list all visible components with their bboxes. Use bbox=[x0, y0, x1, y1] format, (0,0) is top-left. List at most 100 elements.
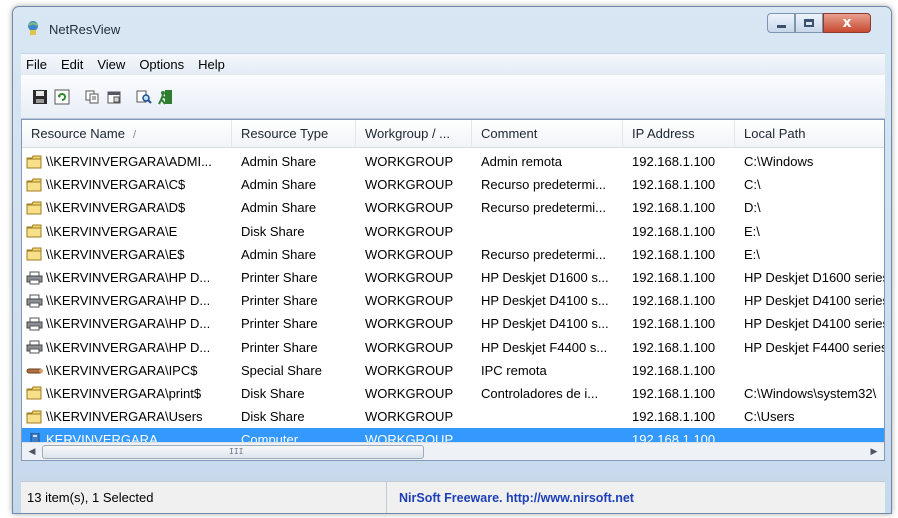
cell-workgroup: WORKGROUP bbox=[365, 177, 454, 193]
column-header-resource-type[interactable]: Resource Type bbox=[232, 120, 356, 148]
resource-name-text: \\KERVINVERGARA\E bbox=[46, 223, 178, 239]
maximize-button[interactable] bbox=[795, 13, 823, 33]
folder-share-icon bbox=[26, 224, 44, 238]
copy-icon[interactable] bbox=[83, 88, 101, 106]
cell-resource-name: \\KERVINVERGARA\HP D... bbox=[22, 340, 232, 355]
cell-ip-address: 192.168.1.100 bbox=[632, 409, 716, 425]
cell-comment: Recurso predetermi... bbox=[481, 246, 606, 262]
cell-comment: HP Deskjet D4100 s... bbox=[481, 293, 609, 309]
column-header-workgroup[interactable]: Workgroup / ... bbox=[356, 120, 472, 148]
cell-local-path: C:\Users bbox=[744, 409, 795, 425]
folder-share-icon bbox=[26, 386, 44, 400]
resource-list[interactable]: Resource Name / Resource Type Workgroup /… bbox=[21, 119, 885, 461]
cell-resource-type: Admin Share bbox=[241, 200, 317, 216]
cell-comment: Recurso predetermi... bbox=[481, 200, 606, 216]
cell-resource-type: Printer Share bbox=[241, 293, 318, 309]
cell-resource-name: \\KERVINVERGARA\IPC$ bbox=[22, 363, 232, 378]
menu-file[interactable]: File bbox=[21, 57, 54, 72]
resource-name-text: \\KERVINVERGARA\D$ bbox=[46, 200, 186, 216]
exit-icon[interactable] bbox=[157, 88, 175, 106]
table-row[interactable]: \\KERVINVERGARA\C$ Admin Share WORKGROUP Re… bbox=[22, 173, 884, 196]
cell-resource-type: Admin Share bbox=[241, 154, 317, 170]
cell-local-path: HP Deskjet D1600 series, bbox=[744, 270, 885, 286]
cell-resource-type: Admin Share bbox=[241, 246, 317, 262]
menu-edit[interactable]: Edit bbox=[54, 57, 90, 72]
cell-local-path: C:\Windows\system32\ bbox=[744, 385, 877, 401]
cell-comment: Controladores de i... bbox=[481, 385, 599, 401]
cell-ip-address: 192.168.1.100 bbox=[632, 339, 716, 355]
refresh-icon[interactable] bbox=[53, 88, 71, 106]
cell-comment: HP Deskjet F4400 s... bbox=[481, 339, 608, 355]
cell-resource-name: \\KERVINVERGARA\HP D... bbox=[22, 316, 232, 331]
table-row[interactable]: \\KERVINVERGARA\D$ Admin Share WORKGROUP Re… bbox=[22, 196, 884, 219]
cell-resource-name: \\KERVINVERGARA\print$ bbox=[22, 386, 232, 401]
nirsoft-link[interactable]: NirSoft Freeware. http://www.nirsoft.net bbox=[387, 491, 634, 505]
menu-view[interactable]: View bbox=[90, 57, 132, 72]
column-header-resource-name[interactable]: Resource Name / bbox=[22, 120, 232, 148]
horizontal-scrollbar[interactable]: ◀ III ▶ bbox=[22, 442, 884, 460]
folder-share-icon bbox=[26, 155, 44, 169]
cell-resource-type: Printer Share bbox=[241, 270, 318, 286]
pipe-share-icon bbox=[26, 363, 44, 377]
menu-bar: File Edit View Options Help bbox=[21, 53, 885, 75]
printer-share-icon bbox=[26, 340, 44, 354]
close-icon: x bbox=[842, 15, 852, 31]
menu-options[interactable]: Options bbox=[132, 57, 191, 72]
table-row[interactable]: \\KERVINVERGARA\Users Disk Share WORKGROUP… bbox=[22, 405, 884, 428]
close-button[interactable]: x bbox=[823, 13, 871, 33]
cell-comment: IPC remota bbox=[481, 362, 547, 378]
resource-name-text: \\KERVINVERGARA\HP D... bbox=[46, 293, 211, 309]
table-row[interactable]: \\KERVINVERGARA\HP D... Printer Share WORK… bbox=[22, 289, 884, 312]
column-header-local-path[interactable]: Local Path bbox=[735, 120, 884, 148]
table-row[interactable]: \\KERVINVERGARA\print$ Disk Share WORKGROU… bbox=[22, 382, 884, 405]
cell-resource-name: \\KERVINVERGARA\HP D... bbox=[22, 270, 232, 285]
cell-workgroup: WORKGROUP bbox=[365, 154, 454, 170]
column-header-ip-address[interactable]: IP Address bbox=[623, 120, 735, 148]
cell-comment: HP Deskjet D1600 s... bbox=[481, 270, 609, 286]
table-row[interactable]: \\KERVINVERGARA\IPC$ Special Share WORKGRO… bbox=[22, 359, 884, 382]
table-row[interactable]: \\KERVINVERGARA\E$ Admin Share WORKGROUP Re… bbox=[22, 243, 884, 266]
table-row[interactable]: \\KERVINVERGARA\HP D... Printer Share WORK… bbox=[22, 312, 884, 335]
cell-resource-name: \\KERVINVERGARA\E$ bbox=[22, 247, 232, 262]
find-icon[interactable] bbox=[135, 88, 153, 106]
cell-workgroup: WORKGROUP bbox=[365, 223, 454, 239]
menu-help[interactable]: Help bbox=[191, 57, 232, 72]
title-bar[interactable]: NetResView x bbox=[13, 7, 891, 45]
properties-icon[interactable] bbox=[105, 88, 123, 106]
cell-resource-type: Disk Share bbox=[241, 385, 305, 401]
table-row[interactable]: \\KERVINVERGARA\ADMI... Admin Share WORKGR… bbox=[22, 150, 884, 173]
cell-resource-name: \\KERVINVERGARA\ADMI... bbox=[22, 154, 232, 169]
folder-share-icon bbox=[26, 201, 44, 215]
table-row[interactable]: \\KERVINVERGARA\HP D... Printer Share WORK… bbox=[22, 266, 885, 289]
window-title: NetResView bbox=[49, 22, 121, 37]
netresview-app-icon bbox=[25, 20, 41, 36]
cell-resource-type: Disk Share bbox=[241, 409, 305, 425]
scrollbar-thumb[interactable]: III bbox=[42, 445, 424, 459]
scroll-left-arrow-icon[interactable]: ◀ bbox=[24, 445, 40, 459]
resource-name-text: \\KERVINVERGARA\HP D... bbox=[46, 316, 211, 332]
cell-ip-address: 192.168.1.100 bbox=[632, 223, 716, 239]
resource-name-text: \\KERVINVERGARA\E$ bbox=[46, 246, 185, 262]
resource-name-text: \\KERVINVERGARA\print$ bbox=[46, 385, 202, 401]
cell-local-path: C:\Windows bbox=[744, 154, 814, 170]
minimize-button[interactable] bbox=[767, 13, 795, 33]
printer-share-icon bbox=[26, 294, 44, 308]
resource-name-text: \\KERVINVERGARA\HP D... bbox=[46, 270, 211, 286]
resource-name-text: \\KERVINVERGARA\HP D... bbox=[46, 339, 211, 355]
resource-name-text: \\KERVINVERGARA\ADMI... bbox=[46, 154, 212, 170]
cell-ip-address: 192.168.1.100 bbox=[632, 385, 716, 401]
cell-ip-address: 192.168.1.100 bbox=[632, 316, 716, 332]
folder-share-icon bbox=[26, 410, 44, 424]
cell-resource-name: \\KERVINVERGARA\Users bbox=[22, 409, 232, 424]
cell-comment: Recurso predetermi... bbox=[481, 177, 606, 193]
save-icon[interactable] bbox=[31, 88, 49, 106]
table-row[interactable]: \\KERVINVERGARA\HP D... Printer Share WORK… bbox=[22, 336, 884, 359]
scroll-right-arrow-icon[interactable]: ▶ bbox=[866, 445, 882, 459]
cell-ip-address: 192.168.1.100 bbox=[632, 200, 716, 216]
cell-resource-type: Special Share bbox=[241, 362, 322, 378]
cell-workgroup: WORKGROUP bbox=[365, 246, 454, 262]
cell-resource-type: Printer Share bbox=[241, 339, 318, 355]
column-header-comment[interactable]: Comment bbox=[472, 120, 623, 148]
cell-comment: HP Deskjet D4100 s... bbox=[481, 316, 609, 332]
table-row[interactable]: \\KERVINVERGARA\E Disk Share WORKGROUP 192.… bbox=[22, 220, 884, 243]
